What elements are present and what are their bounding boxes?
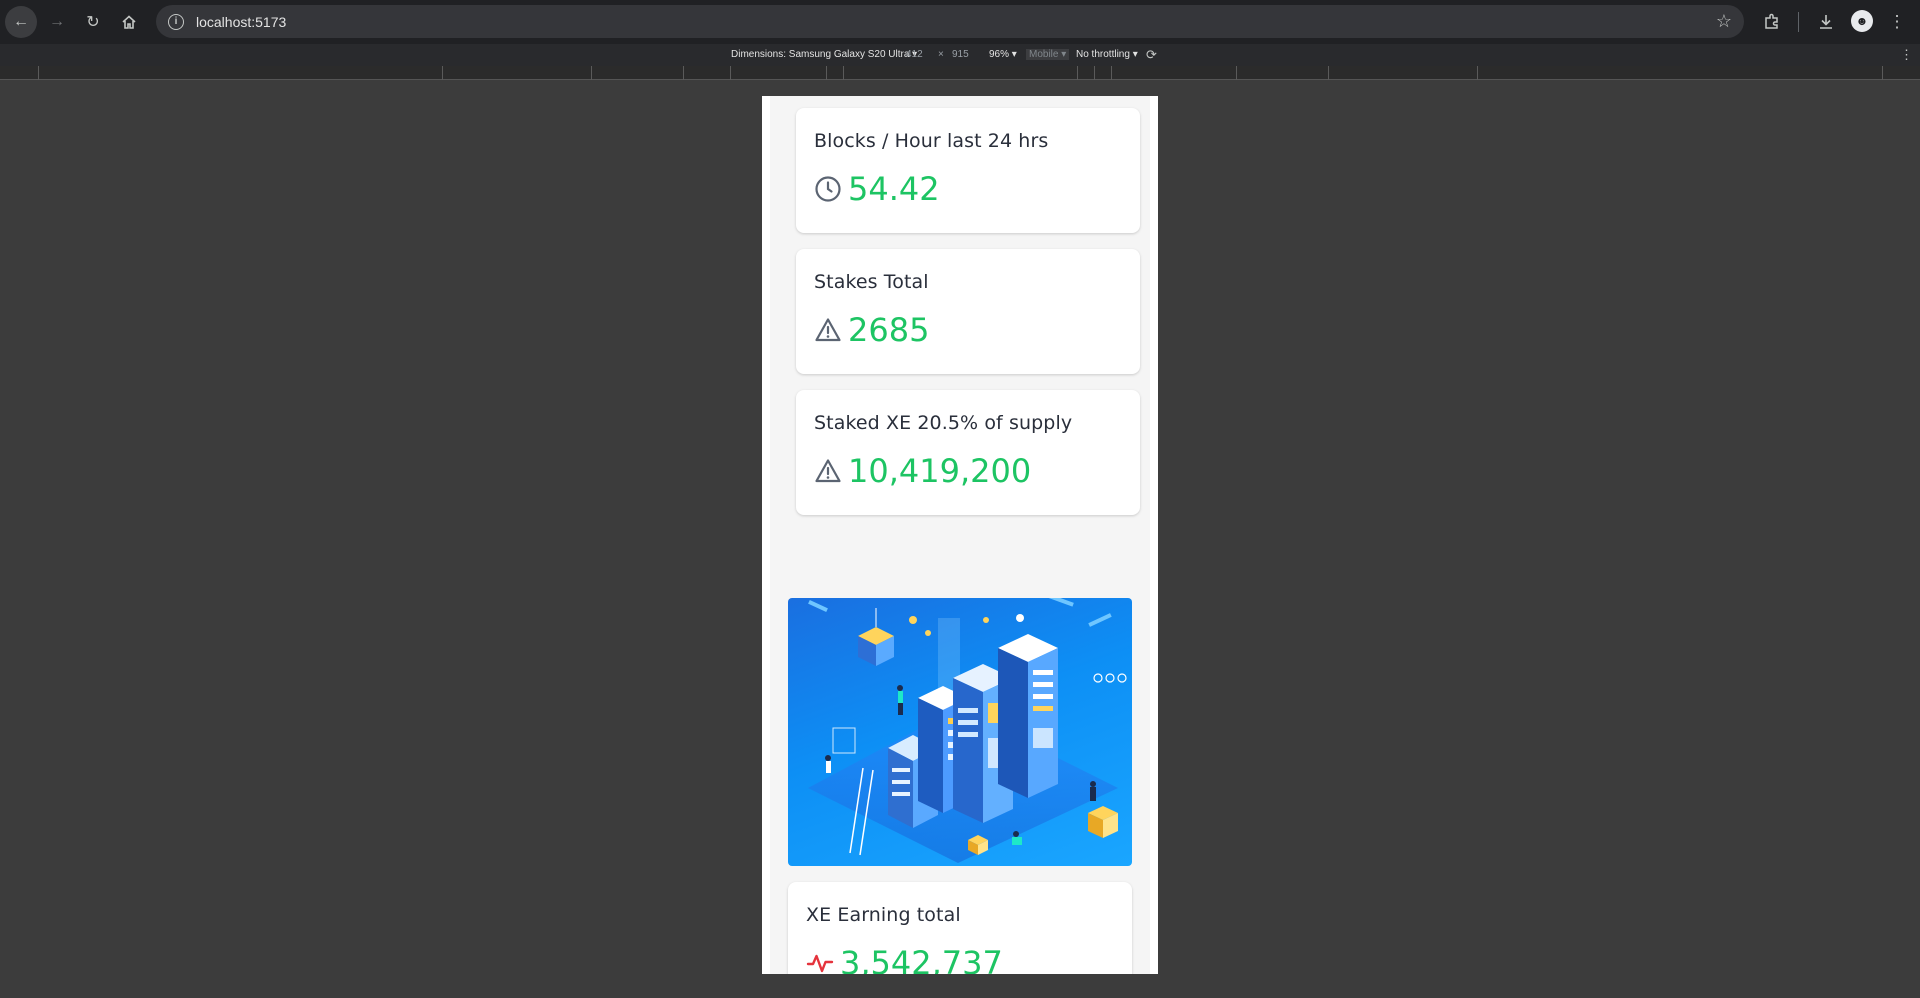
menu-dots-icon[interactable]: ⋮ [1885,10,1909,34]
home-button[interactable] [113,6,145,38]
ruler-tick [1882,66,1883,80]
card-title: Stakes Total [814,271,929,293]
card-title: Staked XE 20.5% of supply [814,412,1073,434]
card-value-row: 10,419,200 [814,452,1031,490]
device-dimensions-select[interactable]: Dimensions: Samsung Galaxy S20 Ultra ▾ [731,49,917,60]
ruler-tick [683,66,684,80]
staked-xe-card: Staked XE 20.5% of supply 10,419,200 [796,390,1140,515]
ruler-tick [1077,66,1078,80]
bookmark-star-icon[interactable]: ☆ [1716,11,1732,32]
media-query-ruler [0,66,1920,80]
toolbar-divider [1798,12,1799,32]
ruler-tick [1094,66,1095,80]
throttling-select[interactable]: No throttling ▾ [1076,49,1138,60]
rotate-icon[interactable]: ⟳ [1146,47,1157,63]
card-title: XE Earning total [806,904,961,926]
arrow-right-icon: → [49,13,65,30]
more-options-icon[interactable]: ⋮ [1900,47,1913,63]
activity-icon [806,954,834,973]
ruler-tick [591,66,592,80]
home-icon [122,15,136,29]
card-value: 3,542,737 [840,944,1003,974]
card-value: 2685 [848,311,930,349]
stats-panel: Blocks / Hour last 24 hrs 54.42 Stakes T… [770,96,1150,641]
mobile-viewport: Blocks / Hour last 24 hrs 54.42 Stakes T… [762,96,1158,974]
card-value-row: 2685 [814,311,929,349]
dimension-separator: × [938,49,944,60]
reload-button[interactable]: ↻ [77,6,109,38]
ruler-tick [38,66,39,80]
warning-icon [815,459,841,483]
ruler-tick [826,66,827,80]
ruler-tick [442,66,443,80]
back-button[interactable]: ← [5,6,37,38]
download-icon[interactable] [1814,10,1838,34]
zoom-select[interactable]: 96% ▾ [989,49,1017,60]
device-type-select[interactable]: Mobile ▾ [1026,49,1070,60]
blocks-per-hour-card: Blocks / Hour last 24 hrs 54.42 [796,108,1140,233]
address-bar[interactable]: i localhost:5173 ☆ [156,5,1744,38]
profile-avatar[interactable]: ☻ [1851,10,1873,32]
ruler-tick [1477,66,1478,80]
arrow-left-icon: ← [13,13,29,30]
xe-earning-card: XE Earning total 3,542,737 [788,882,1132,974]
clock-icon [815,176,841,202]
stakes-total-card: Stakes Total 2685 [796,249,1140,374]
browser-toolbar: ← → ↻ i localhost:5173 ☆ ☻ ⋮ [0,0,1920,44]
device-width-input[interactable]: 412 [906,49,923,60]
forward-button[interactable]: → [41,6,73,38]
ruler-tick [843,66,844,80]
card-title: Blocks / Hour last 24 hrs [814,130,1049,152]
card-value-row: 54.42 [814,170,940,208]
warning-icon [815,318,841,342]
reload-icon: ↻ [86,14,100,31]
site-info-icon[interactable]: i [168,13,184,30]
ruler-tick [1111,66,1112,80]
device-toolbar: Dimensions: Samsung Galaxy S20 Ultra ▾ 4… [0,44,1920,66]
card-value-row: 3,542,737 [806,944,1003,974]
url-text: localhost:5173 [196,13,287,30]
illustration-graphic [808,598,1127,863]
card-value: 10,419,200 [848,452,1032,490]
card-value: 54.42 [848,170,940,208]
extensions-icon[interactable] [1760,10,1784,34]
blockchain-city-illustration [788,598,1132,866]
ruler-tick [1328,66,1329,80]
device-height-input[interactable]: 915 [952,49,969,60]
ruler-tick [1236,66,1237,80]
ruler-tick [730,66,731,80]
